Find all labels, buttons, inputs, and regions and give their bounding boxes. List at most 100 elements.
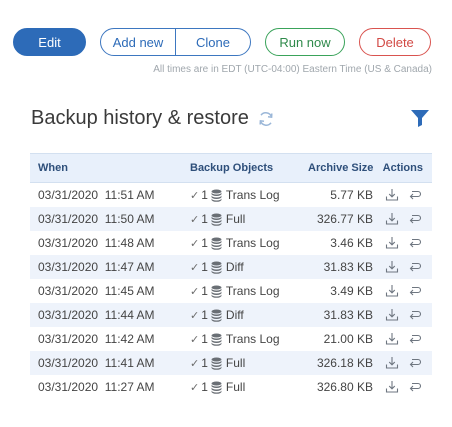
- download-icon[interactable]: [385, 260, 399, 274]
- row-object-count: 1: [201, 332, 208, 346]
- row-time: 11:45 AM: [104, 284, 155, 298]
- table-row: 03/31/2020 11:47 AM ✓ 1 Diff 31.83 KB: [30, 255, 432, 279]
- check-icon: ✓: [190, 381, 200, 394]
- check-icon: ✓: [190, 357, 200, 370]
- check-icon: ✓: [190, 261, 200, 274]
- check-icon: ✓: [190, 309, 200, 322]
- delete-button[interactable]: Delete: [359, 28, 431, 56]
- row-backup-objects: ✓ 1 Trans Log: [190, 332, 308, 346]
- table-row: 03/31/2020 11:42 AM ✓ 1 Trans Log 21.00 …: [30, 327, 432, 351]
- download-icon[interactable]: [385, 188, 399, 202]
- clone-button[interactable]: Clone: [175, 29, 250, 55]
- row-actions: [373, 236, 432, 250]
- table-row: 03/31/2020 11:48 AM ✓ 1 Trans Log 3.46 K…: [30, 231, 432, 255]
- database-icon: [211, 381, 222, 394]
- row-backup-objects: ✓ 1 Trans Log: [190, 236, 308, 250]
- row-backup-objects: ✓ 1 Full: [190, 212, 308, 226]
- row-time: 11:27 AM: [104, 380, 155, 394]
- refresh-icon[interactable]: [257, 110, 275, 128]
- row-backup-type: Full: [225, 380, 246, 394]
- restore-icon[interactable]: [408, 380, 422, 394]
- row-backup-type: Full: [225, 356, 246, 370]
- column-header-backup-objects[interactable]: Backup Objects: [190, 162, 308, 174]
- database-icon: [211, 237, 222, 250]
- backup-history-table: When Backup Objects Archive Size Actions…: [30, 153, 432, 399]
- row-timestamp: 03/31/2020 11:44 AM: [30, 308, 190, 322]
- row-time: 11:44 AM: [104, 308, 155, 322]
- download-icon[interactable]: [385, 356, 399, 370]
- row-timestamp: 03/31/2020 11:48 AM: [30, 236, 190, 250]
- check-icon: ✓: [190, 237, 200, 250]
- row-time: 11:42 AM: [104, 332, 155, 346]
- row-timestamp: 03/31/2020 11:42 AM: [30, 332, 190, 346]
- row-actions: [373, 284, 432, 298]
- edit-button[interactable]: Edit: [13, 28, 86, 56]
- download-icon[interactable]: [385, 284, 399, 298]
- row-backup-objects: ✓ 1 Full: [190, 356, 308, 370]
- row-actions: [373, 212, 432, 226]
- row-actions: [373, 260, 432, 274]
- row-archive-size: 326.18 KB: [316, 356, 373, 370]
- row-backup-objects: ✓ 1 Diff: [190, 260, 308, 274]
- row-timestamp: 03/31/2020 11:50 AM: [30, 212, 190, 226]
- check-icon: ✓: [190, 189, 200, 202]
- restore-icon[interactable]: [408, 308, 422, 322]
- column-header-when[interactable]: When: [30, 162, 190, 174]
- row-backup-type: Trans Log: [225, 188, 280, 202]
- row-timestamp: 03/31/2020 11:51 AM: [30, 188, 190, 202]
- download-icon[interactable]: [385, 332, 399, 346]
- table-row: 03/31/2020 11:50 AM ✓ 1 Full 326.77 KB: [30, 207, 432, 231]
- row-archive-size: 5.77 KB: [330, 188, 373, 202]
- row-object-count: 1: [201, 284, 208, 298]
- row-archive-size: 326.77 KB: [316, 212, 373, 226]
- row-date: 03/31/2020: [38, 236, 99, 250]
- row-object-count: 1: [201, 308, 208, 322]
- check-icon: ✓: [190, 333, 200, 346]
- row-time: 11:50 AM: [104, 212, 155, 226]
- database-icon: [211, 357, 222, 370]
- row-timestamp: 03/31/2020 11:27 AM: [30, 380, 190, 394]
- row-archive-size: 3.46 KB: [330, 236, 373, 250]
- download-icon[interactable]: [385, 380, 399, 394]
- restore-icon[interactable]: [408, 332, 422, 346]
- add-clone-button-group: Add new Clone: [100, 28, 251, 56]
- restore-icon[interactable]: [408, 260, 422, 274]
- row-backup-type: Trans Log: [225, 284, 280, 298]
- restore-icon[interactable]: [408, 356, 422, 370]
- filter-icon[interactable]: [409, 108, 431, 128]
- database-icon: [211, 261, 222, 274]
- row-archive-size: 326.80 KB: [316, 380, 373, 394]
- row-object-count: 1: [201, 260, 208, 274]
- table-body: 03/31/2020 11:51 AM ✓ 1 Trans Log 5.77 K…: [30, 183, 432, 399]
- table-row: 03/31/2020 11:45 AM ✓ 1 Trans Log 3.49 K…: [30, 279, 432, 303]
- check-icon: ✓: [190, 213, 200, 226]
- database-icon: [211, 285, 222, 298]
- restore-icon[interactable]: [408, 236, 422, 250]
- row-time: 11:48 AM: [104, 236, 155, 250]
- table-row: 03/31/2020 11:51 AM ✓ 1 Trans Log 5.77 K…: [30, 183, 432, 207]
- row-backup-type: Diff: [225, 260, 244, 274]
- add-new-button[interactable]: Add new: [101, 29, 175, 55]
- table-header: When Backup Objects Archive Size Actions: [30, 153, 432, 183]
- check-icon: ✓: [190, 285, 200, 298]
- row-object-count: 1: [201, 380, 208, 394]
- row-backup-objects: ✓ 1 Trans Log: [190, 188, 308, 202]
- row-actions: [373, 380, 432, 394]
- download-icon[interactable]: [385, 212, 399, 226]
- download-icon[interactable]: [385, 308, 399, 322]
- row-archive-size: 31.83 KB: [323, 260, 373, 274]
- table-row: 03/31/2020 11:27 AM ✓ 1 Full 326.80 KB: [30, 375, 432, 399]
- column-header-archive-size[interactable]: Archive Size: [308, 162, 373, 174]
- download-icon[interactable]: [385, 236, 399, 250]
- restore-icon[interactable]: [408, 212, 422, 226]
- row-date: 03/31/2020: [38, 188, 99, 202]
- row-backup-type: Diff: [225, 308, 244, 322]
- row-date: 03/31/2020: [38, 380, 99, 394]
- row-archive-size: 31.83 KB: [323, 308, 373, 322]
- restore-icon[interactable]: [408, 284, 422, 298]
- row-date: 03/31/2020: [38, 212, 99, 226]
- row-timestamp: 03/31/2020 11:47 AM: [30, 260, 190, 274]
- restore-icon[interactable]: [408, 188, 422, 202]
- run-now-button[interactable]: Run now: [265, 28, 345, 56]
- row-archive-size: 21.00 KB: [323, 332, 373, 346]
